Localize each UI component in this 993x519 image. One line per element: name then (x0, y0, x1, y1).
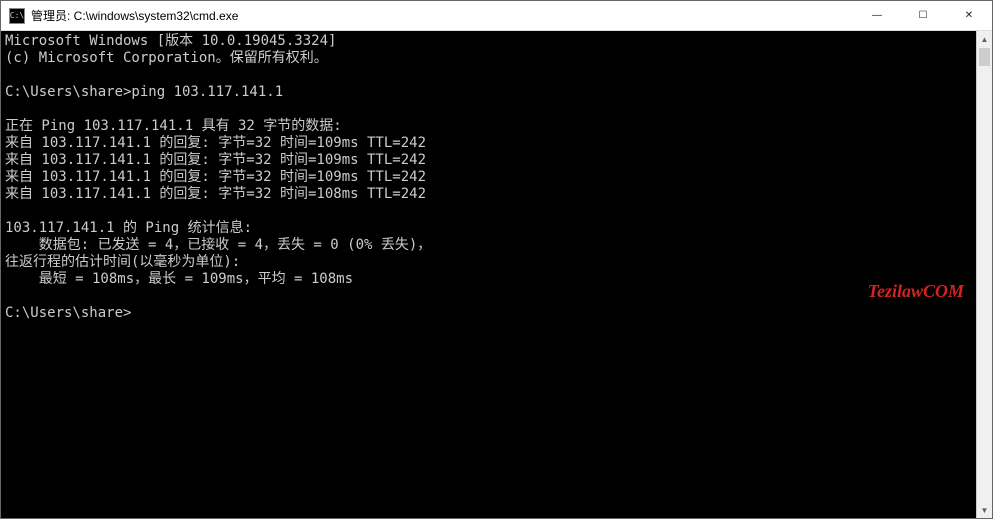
console-output[interactable]: Microsoft Windows [版本 10.0.19045.3324] (… (1, 31, 976, 518)
console-line: 来自 103.117.141.1 的回复: 字节=32 时间=109ms TTL… (5, 169, 426, 185)
console-line: 来自 103.117.141.1 的回复: 字节=32 时间=109ms TTL… (5, 152, 426, 168)
scroll-up-button[interactable]: ▲ (977, 31, 992, 47)
app-icon: C:\ (9, 8, 25, 24)
console-line: 正在 Ping 103.117.141.1 具有 32 字节的数据: (5, 118, 342, 134)
minimize-button[interactable]: — (854, 1, 900, 30)
console-line: 来自 103.117.141.1 的回复: 字节=32 时间=108ms TTL… (5, 186, 426, 202)
window-title: 管理员: C:\windows\system32\cmd.exe (31, 7, 854, 24)
console-line: 往返行程的估计时间(以毫秒为单位): (5, 254, 240, 270)
titlebar[interactable]: C:\ 管理员: C:\windows\system32\cmd.exe — ☐… (1, 1, 992, 31)
console-area: Microsoft Windows [版本 10.0.19045.3324] (… (1, 31, 992, 518)
console-line: Microsoft Windows [版本 10.0.19045.3324] (5, 33, 336, 49)
vertical-scrollbar[interactable]: ▲ ▼ (976, 31, 992, 518)
console-prompt-line: C:\Users\share> (5, 305, 131, 321)
console-line: (c) Microsoft Corporation。保留所有权利。 (5, 50, 328, 66)
cmd-window: C:\ 管理员: C:\windows\system32\cmd.exe — ☐… (0, 0, 993, 519)
close-button[interactable]: ✕ (946, 1, 992, 30)
window-controls: — ☐ ✕ (854, 1, 992, 30)
console-line: 来自 103.117.141.1 的回复: 字节=32 时间=109ms TTL… (5, 135, 426, 151)
maximize-button[interactable]: ☐ (900, 1, 946, 30)
console-prompt-line: C:\Users\share>ping 103.117.141.1 (5, 84, 283, 100)
console-line: 103.117.141.1 的 Ping 统计信息: (5, 220, 252, 236)
scroll-thumb[interactable] (979, 48, 990, 66)
scroll-down-button[interactable]: ▼ (977, 502, 992, 518)
console-line: 最短 = 108ms，最长 = 109ms，平均 = 108ms (5, 271, 353, 287)
console-line: 数据包: 已发送 = 4，已接收 = 4，丢失 = 0 (0% 丢失)， (5, 237, 431, 253)
